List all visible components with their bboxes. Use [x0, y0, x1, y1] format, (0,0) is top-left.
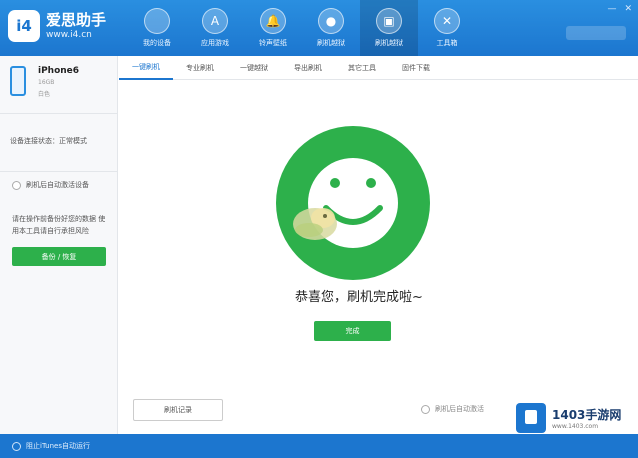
nav-label: 铃声壁纸 — [259, 39, 287, 47]
nav-label: 工具箱 — [436, 39, 458, 47]
finish-button[interactable]: 完成 — [314, 321, 391, 341]
logo-badge: i4 — [8, 10, 40, 42]
minimize-icon[interactable]: — — [607, 4, 616, 14]
nav-label: 应用游戏 — [201, 39, 229, 47]
tab-other-tools[interactable]: 其它工具 — [335, 56, 389, 80]
nav-flash-jailbreak[interactable]: ▣ 刷机越狱 — [360, 0, 418, 56]
flash-record-button[interactable]: 刷机记录 — [133, 399, 223, 421]
success-message: 恭喜您，刷机完成啦~ — [295, 290, 423, 305]
flash-icon: ● — [318, 8, 344, 34]
watermark-url: www.1403.com — [552, 423, 599, 430]
mascot-icon — [287, 202, 343, 242]
main-nav: 我的设备 A 应用游戏 🔔 铃声壁纸 ● 刷机越狱 ▣ 刷机越狱 ✕ 工具箱 — [128, 0, 476, 56]
nav-label: 刷机越狱 — [375, 39, 403, 47]
warning-text: 请在操作前备份好您的数据 使用本工具请自行承担风险 — [12, 215, 106, 235]
device-card: iPhone6 16GB 白色 — [0, 56, 117, 114]
backup-restore-button[interactable]: 备份 / 恢复 — [12, 247, 106, 266]
left-panel: iPhone6 16GB 白色 设备连接状态：正常模式 刷机后自动激活设备 请在… — [0, 56, 118, 434]
tools-icon: ✕ — [434, 8, 460, 34]
connection-status: 设备连接状态：正常模式 — [10, 137, 87, 145]
close-icon[interactable]: ✕ — [624, 4, 632, 14]
phone-icon — [10, 66, 26, 96]
itunes-toggle-icon[interactable] — [12, 441, 21, 451]
main-content: 恭喜您，刷机完成啦~ 完成 刷机记录 刷机后自动激活 — [119, 81, 638, 434]
app-url: www.i4.cn — [46, 30, 92, 40]
bottom-option-label: 刷机后自动激活 — [435, 405, 484, 413]
device-name: iPhone6 — [38, 66, 80, 76]
bottom-option[interactable]: 刷机后自动激活 — [421, 404, 484, 414]
tab-export-flash[interactable]: 导出刷机 — [281, 56, 335, 80]
nav-label: 我的设备 — [143, 39, 171, 47]
watermark-logo-icon — [516, 403, 546, 433]
nav-flash[interactable]: ● 刷机越狱 — [302, 0, 360, 56]
site-watermark: 1403手游网 www.1403.com — [512, 398, 638, 438]
nav-apps-games[interactable]: A 应用游戏 — [186, 0, 244, 56]
tab-pro-flash[interactable]: 专业刷机 — [173, 56, 227, 80]
app-logo: i4 爱思助手 www.i4.cn — [8, 10, 106, 42]
status-bar: 阻止iTunes自动运行 — [0, 434, 638, 458]
apple-icon — [144, 8, 170, 34]
app-name: 爱思助手 — [46, 11, 107, 29]
auto-activate-option[interactable]: 刷机后自动激活设备 — [12, 180, 89, 190]
tab-one-click-jailbreak[interactable]: 一键越狱 — [227, 56, 281, 80]
itunes-block-label[interactable]: 阻止iTunes自动运行 — [26, 441, 90, 451]
bottom-option-checkbox[interactable] — [421, 404, 430, 414]
device-capacity: 16GB — [38, 79, 55, 86]
nav-my-device[interactable]: 我的设备 — [128, 0, 186, 56]
app-store-icon: A — [202, 8, 228, 34]
flash-tabs: 一键刷机 专业刷机 一键越狱 导出刷机 其它工具 固件下载 — [119, 56, 638, 80]
device-color: 白色 — [38, 91, 51, 98]
nav-label: 刷机越狱 — [317, 39, 345, 47]
auto-activate-checkbox[interactable] — [12, 180, 21, 190]
top-right-button[interactable] — [566, 26, 626, 40]
bell-icon: 🔔 — [260, 8, 286, 34]
box-icon: ▣ — [376, 8, 402, 34]
nav-toolbox[interactable]: ✕ 工具箱 — [418, 0, 476, 56]
tab-firmware-download[interactable]: 固件下载 — [389, 56, 443, 80]
top-header: i4 爱思助手 www.i4.cn 我的设备 A 应用游戏 🔔 铃声壁纸 ● 刷… — [0, 0, 638, 56]
watermark-title: 1403手游网 — [552, 408, 622, 422]
divider — [0, 171, 117, 172]
tab-one-click-flash[interactable]: 一键刷机 — [119, 56, 173, 80]
nav-ringtones[interactable]: 🔔 铃声壁纸 — [244, 0, 302, 56]
window-controls: — ✕ — [607, 4, 632, 14]
auto-activate-label: 刷机后自动激活设备 — [26, 181, 89, 189]
